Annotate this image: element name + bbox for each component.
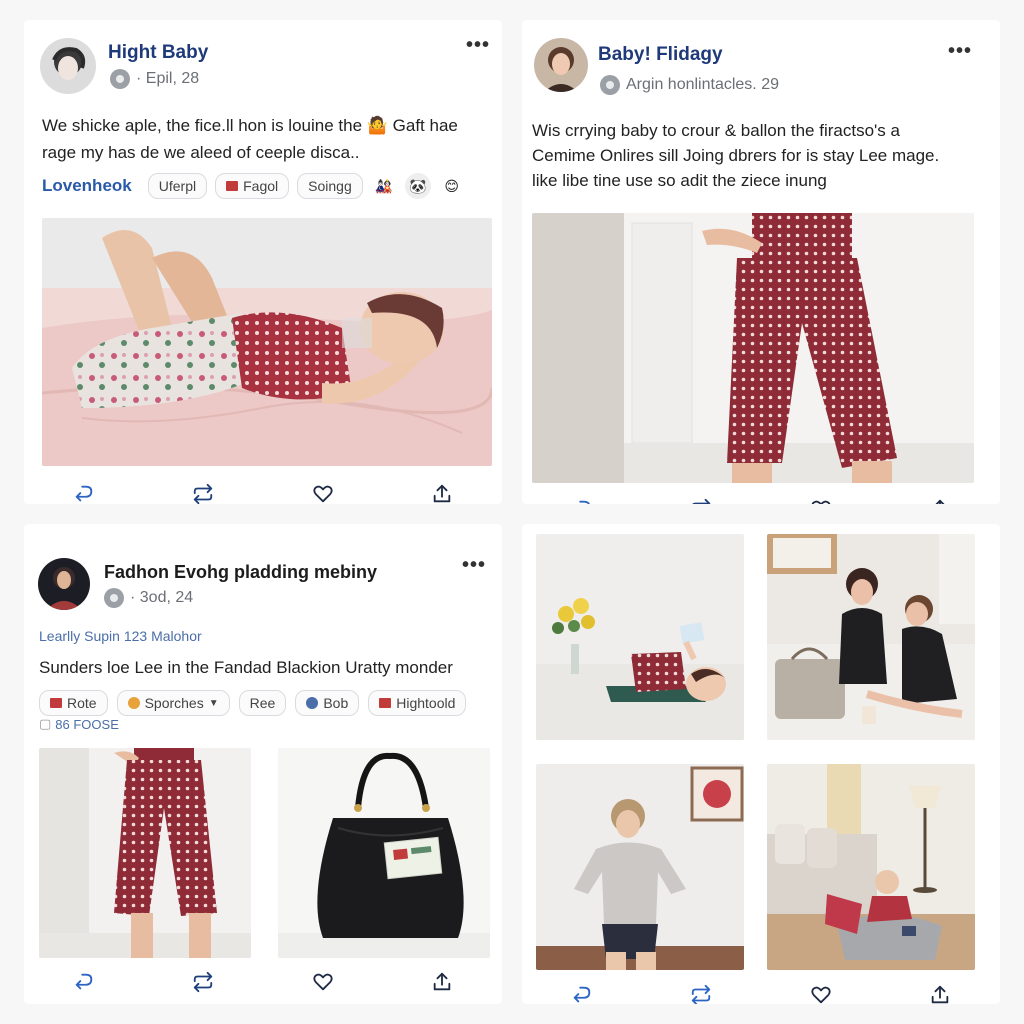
post-photo-mother-child[interactable] (767, 534, 975, 740)
more-options-icon[interactable]: ••• (462, 554, 486, 577)
post-photo-woman-posing[interactable] (536, 764, 744, 970)
repost-icon[interactable] (681, 494, 721, 504)
heart-icon[interactable] (801, 494, 841, 504)
tag-chip[interactable]: Ree (238, 690, 287, 716)
heart-icon[interactable] (303, 479, 343, 504)
post-card-4 (522, 524, 1000, 1004)
tag-dropdown[interactable]: Sporches ▼ (116, 690, 230, 716)
chip-label: Hightoold (396, 695, 456, 711)
reaction-count[interactable]: ▢ 86 FOOSE (39, 716, 119, 732)
tags-row: Rote Sporches ▼ Ree Bob Hightoold (39, 690, 467, 716)
action-bar (24, 479, 502, 504)
author-name[interactable]: Hight Baby (108, 42, 208, 64)
post-meta: Argin honlintacles. 29 (600, 75, 779, 95)
avatar[interactable] (38, 558, 90, 610)
globe-icon (110, 69, 130, 89)
action-bar (24, 967, 502, 997)
hashtag-link[interactable]: Lovenheok (42, 176, 132, 196)
reply-icon[interactable] (562, 494, 602, 504)
comment-icon: ▢ (39, 716, 52, 731)
chip-label: Uferpl (158, 178, 197, 194)
chip-label: Soingg (308, 178, 352, 194)
count-label: 86 FOOSE (55, 716, 119, 732)
tag-chip[interactable]: Hightoold (368, 690, 467, 716)
post-date: Argin honlintacles. 29 (626, 76, 779, 93)
share-icon[interactable] (920, 494, 960, 504)
repost-icon[interactable] (681, 980, 721, 1004)
post-text-line: like libe tine use so adit the ziece inu… (532, 171, 827, 190)
tag-chip[interactable]: Rote (39, 690, 108, 716)
heart-icon[interactable] (303, 967, 343, 997)
repost-icon[interactable] (183, 479, 223, 504)
post-date: · 3od, 24 (130, 589, 194, 606)
sun-icon (127, 697, 140, 709)
author-name[interactable]: Fadhon Evohg pladding mebiny (104, 562, 377, 583)
share-icon[interactable] (422, 967, 462, 997)
share-icon[interactable] (422, 479, 462, 504)
flag-icon (226, 181, 239, 191)
reply-icon[interactable] (562, 980, 602, 1004)
flag-icon (50, 698, 62, 708)
emoji-panda-icon[interactable]: 🐼 (404, 173, 431, 199)
globe-icon (306, 697, 319, 709)
post-photo-handbag[interactable] (278, 748, 490, 958)
heart-icon[interactable] (801, 980, 841, 1004)
post-photo-polka-pants[interactable] (39, 748, 251, 958)
post-meta: · 3od, 24 (104, 588, 193, 608)
more-options-icon[interactable]: ••• (948, 40, 972, 63)
tag-chip[interactable]: Uferpl (147, 173, 208, 199)
post-photo-polka-pants[interactable] (532, 213, 974, 483)
post-card-3: Fadhon Evohg pladding mebiny · 3od, 24 •… (24, 524, 502, 1004)
tag-chip[interactable]: Bob (295, 690, 360, 716)
avatar[interactable] (40, 38, 96, 94)
action-bar (522, 980, 1000, 1004)
chip-label: Fagol (243, 178, 279, 194)
post-photo-baby-on-pouf[interactable] (767, 764, 975, 970)
post-text-line: rage my has de we aleed of ceeple disca.… (42, 143, 360, 162)
post-photo-baby-with-flowers[interactable] (536, 534, 744, 740)
flag-icon (379, 698, 392, 708)
globe-icon (104, 588, 124, 608)
chevron-down-icon: ▼ (208, 697, 219, 709)
chip-label: Ree (249, 695, 276, 711)
action-bar (522, 494, 1000, 504)
emoji-smile-icon[interactable]: 😊 (439, 173, 465, 199)
chip-label: Sporches (144, 695, 204, 711)
post-card-2: Baby! Flidagy Argin honlintacles. 29 •••… (522, 20, 1000, 504)
post-meta: · Epil, 28 (110, 69, 199, 89)
reply-icon[interactable] (64, 479, 104, 504)
repost-icon[interactable] (183, 967, 223, 997)
post-subtitle[interactable]: Learlly Supin 123 Malohor (39, 628, 202, 644)
reply-icon[interactable] (64, 967, 104, 997)
tag-chip[interactable]: Fagol (215, 173, 290, 199)
chip-label: Bob (323, 695, 349, 711)
emoji-doll-icon[interactable]: 🎎 (371, 173, 397, 199)
tag-chip[interactable]: Soingg (297, 173, 363, 199)
globe-icon (600, 75, 620, 95)
author-name[interactable]: Baby! Flidagy (598, 44, 723, 66)
more-options-icon[interactable]: ••• (466, 34, 490, 57)
post-date: · Epil, 28 (136, 70, 200, 87)
post-text-line: We shicke aple, the fice.ll hon is louin… (42, 116, 458, 135)
post-photo-baby-on-bed[interactable] (42, 218, 492, 466)
post-text: Wis crrying baby to crour & ballon the f… (532, 118, 992, 193)
post-text-line: Wis crrying baby to crour & ballon the f… (532, 121, 900, 140)
post-text: We shicke aple, the fice.ll hon is louin… (42, 112, 492, 166)
post-card-1: Hight Baby · Epil, 28 ••• We shicke aple… (24, 20, 502, 504)
chip-label: Rote (67, 695, 97, 711)
post-text-line: Cemime Onlires sill Joing dbrers for is … (532, 146, 940, 165)
avatar[interactable] (534, 38, 588, 92)
post-text: Sunders loe Lee in the Fandad Blackion U… (39, 658, 453, 677)
tags-row: Lovenheok Uferpl Fagol Soingg 🎎 🐼 😊 (42, 173, 465, 199)
share-icon[interactable] (920, 980, 960, 1004)
